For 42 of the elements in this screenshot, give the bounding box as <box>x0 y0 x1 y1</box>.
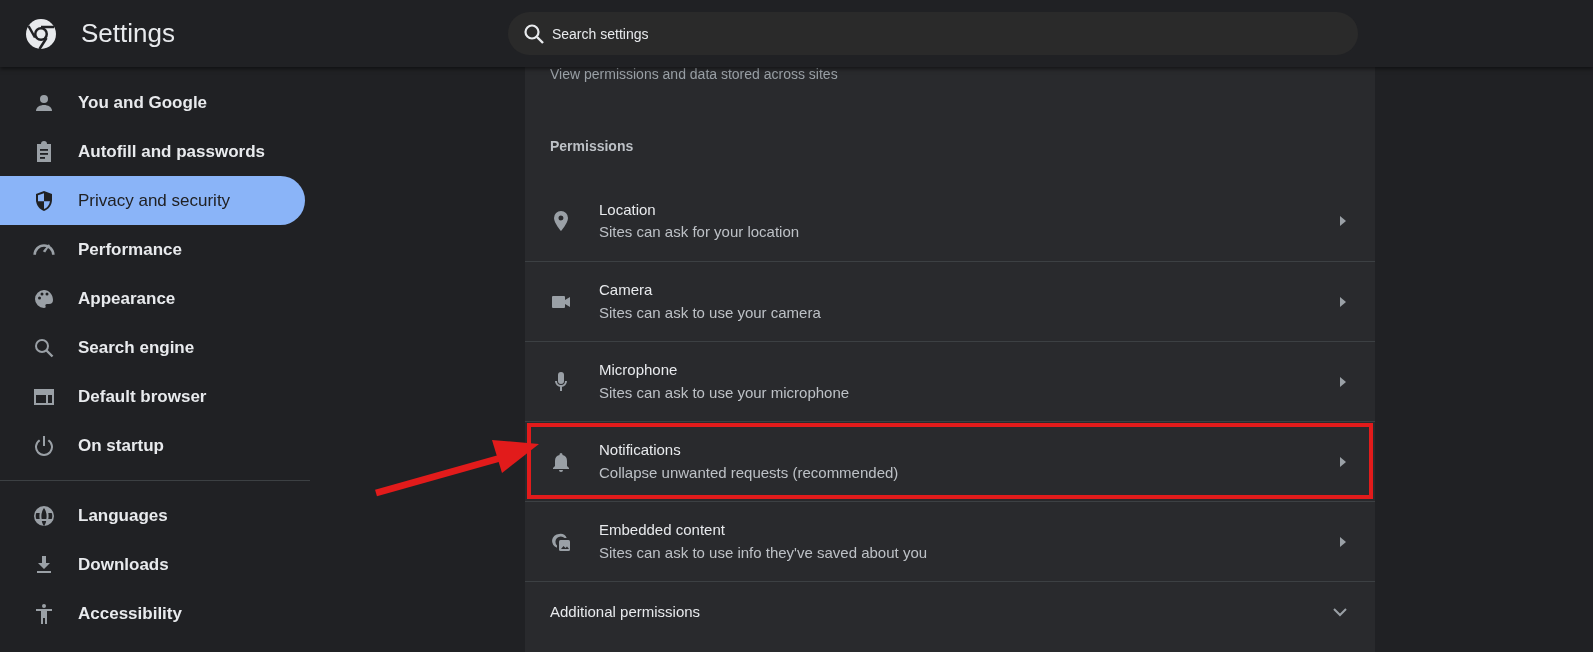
row-description: View permissions and data stored across sites <box>550 67 838 84</box>
additional-permissions-row[interactable]: Additional permissions <box>525 581 1375 643</box>
permission-description: Collapse unwanted requests (recommended) <box>599 462 900 483</box>
permission-row[interactable]: Notifications Collapse unwanted requests (recommended) <box>525 421 1375 501</box>
search-field[interactable]: Search settings <box>507 12 1358 55</box>
sidebar-item[interactable]: Appearance <box>0 274 305 323</box>
chevron-down-icon <box>1333 608 1347 617</box>
permission-description: Sites can ask to use info they've saved about you <box>599 542 929 563</box>
sidebar-item[interactable]: Performance <box>0 225 305 274</box>
permission-description: Sites can ask to use your microphone <box>599 382 851 403</box>
permission-description: Sites can ask for your location <box>599 222 801 242</box>
chevron-right-icon <box>1339 375 1347 388</box>
sidebar-item[interactable]: Languages <box>0 491 305 540</box>
search-icon <box>523 24 544 44</box>
chevron-right-icon <box>1339 535 1347 548</box>
permission-title: Location <box>599 199 657 220</box>
permission-description: Sites can ask to use your camera <box>599 302 822 323</box>
chevron-right-icon <box>1339 455 1347 468</box>
permission-title: Camera <box>599 280 654 300</box>
sidebar-item[interactable]: On startup <box>0 421 305 470</box>
sidebar-item[interactable]: Downloads <box>0 540 305 589</box>
section-title: Permissions <box>549 137 635 156</box>
globe-icon <box>32 503 56 528</box>
sidebar-item[interactable]: Accessibility <box>0 589 305 638</box>
permission-title: Microphone <box>599 360 679 380</box>
sidebar-item[interactable]: Autofill and passwords <box>0 127 305 176</box>
chevron-right-icon <box>1339 215 1347 227</box>
gauge-icon <box>32 243 56 256</box>
sidebar-item[interactable]: You and Google <box>0 78 305 127</box>
permission-title: Embedded content <box>599 520 726 540</box>
power-icon <box>32 433 56 458</box>
sidebar-item[interactable]: Search engine <box>0 323 305 372</box>
permission-title: Notifications <box>599 440 682 460</box>
permission-row[interactable]: Camera Sites can ask to use your camera <box>525 261 1375 341</box>
browser-logo <box>25 17 57 50</box>
permission-row[interactable]: Embedded content Sites can ask to use info they've saved about you <box>525 501 1375 581</box>
permission-row[interactable]: Location Sites can ask for your location <box>525 181 1375 261</box>
sidebar-item[interactable]: Default browser <box>0 372 305 421</box>
settings-title: Settings <box>81 17 175 50</box>
permission-row[interactable]: Microphone Sites can ask to use your microphone <box>525 341 1375 421</box>
sidebar-item[interactable]: Privacy and security <box>0 176 305 225</box>
chevron-right-icon <box>1339 295 1347 308</box>
